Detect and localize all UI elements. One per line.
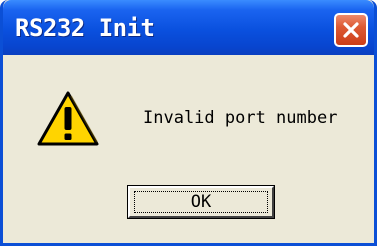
error-message: Invalid port number	[143, 108, 338, 128]
dialog-title: RS232 Init	[15, 14, 155, 42]
ok-button[interactable]: OK	[127, 185, 275, 219]
dialog-window: RS232 Init Invalid port number OK	[0, 0, 377, 246]
close-icon	[343, 22, 359, 38]
warning-icon	[37, 91, 99, 146]
ok-button-label: OK	[134, 191, 268, 213]
title-bar[interactable]: RS232 Init	[3, 0, 374, 55]
close-button[interactable]	[334, 13, 368, 47]
